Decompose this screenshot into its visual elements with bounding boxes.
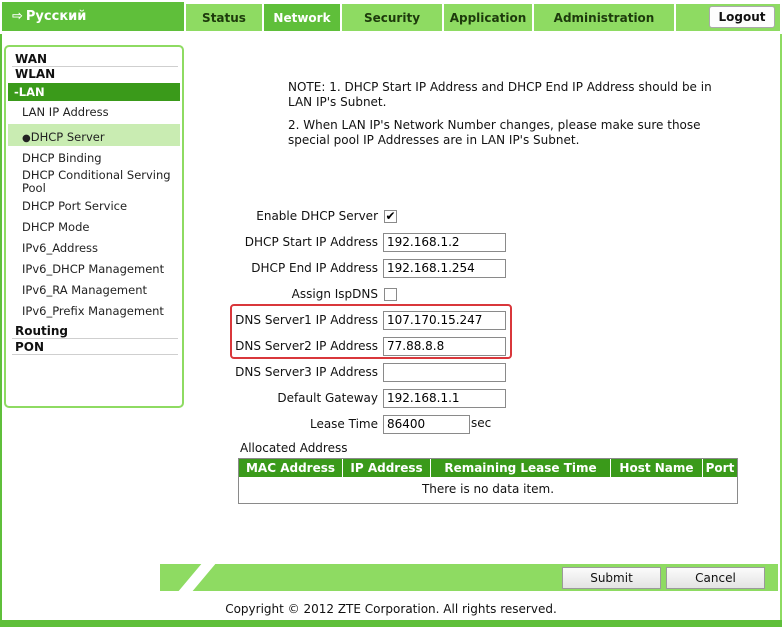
column-host-name: Host Name (611, 459, 703, 477)
table-empty-message: There is no data item. (421, 482, 555, 496)
sidebar-item-ipv6-address[interactable]: IPv6_Address (6, 241, 182, 255)
sidebar-item-dhcp-mode[interactable]: DHCP Mode (6, 220, 182, 234)
dns-server1-input[interactable]: 107.170.15.247 (383, 311, 506, 330)
footer-decoration (178, 564, 216, 591)
assign-isp-dns-checkbox[interactable] (384, 288, 397, 301)
dns-server2-label: DNS Server2 IP Address (235, 339, 378, 353)
sidebar-item-pon[interactable]: PON (6, 340, 182, 354)
divider (12, 354, 178, 355)
checkmark-icon: ✔ (385, 209, 396, 223)
lease-time-input[interactable]: 86400 (383, 415, 470, 434)
lease-time-unit: sec (471, 416, 492, 430)
dns-server3-input[interactable] (383, 363, 506, 382)
logout-area: Logout (676, 4, 780, 31)
dns-server2-input[interactable]: 77.88.8.8 (383, 337, 506, 356)
enable-dhcp-label: Enable DHCP Server (256, 209, 378, 223)
tab-status[interactable]: Status (186, 4, 262, 31)
dns-server1-label: DNS Server1 IP Address (235, 313, 378, 327)
arrow-right-icon: ⇨ (12, 9, 23, 24)
note-line-1: NOTE: 1. DHCP Start IP Address and DHCP … (288, 80, 712, 109)
divider (12, 338, 178, 339)
column-remaining-lease-time: Remaining Lease Time (431, 459, 611, 477)
sidebar-item-dhcp-port-service[interactable]: DHCP Port Service (6, 199, 182, 213)
sidebar: WAN WLAN -LAN LAN IP Address ●DHCP Serve… (4, 45, 184, 408)
bottom-bar (0, 620, 782, 627)
tab-application[interactable]: Application (444, 4, 532, 31)
submit-button[interactable]: Submit (562, 567, 661, 589)
language-label: Русский (25, 9, 87, 24)
default-gateway-input[interactable]: 192.168.1.1 (383, 389, 506, 408)
lease-time-label: Lease Time (309, 417, 378, 431)
top-navigation: ⇨ Русский Status Network Security Applica… (0, 0, 782, 34)
enable-dhcp-checkbox[interactable]: ✔ (384, 210, 397, 223)
allocated-address-table: MAC Address IP Address Remaining Lease T… (238, 458, 738, 504)
sidebar-item-ipv6-dhcp-management[interactable]: IPv6_DHCP Management (6, 262, 182, 276)
sidebar-item-dhcp-binding[interactable]: DHCP Binding (6, 151, 182, 165)
sidebar-item-ipv6-prefix-management[interactable]: IPv6_Prefix Management (6, 304, 182, 318)
sidebar-item-ipv6-ra-management[interactable]: IPv6_RA Management (6, 283, 182, 297)
tab-network[interactable]: Network (264, 4, 340, 31)
dhcp-start-ip-label: DHCP Start IP Address (244, 235, 378, 249)
language-switch[interactable]: ⇨ Русский (2, 2, 184, 31)
bullet-icon: ● (22, 133, 31, 144)
tab-security[interactable]: Security (342, 4, 442, 31)
default-gateway-label: Default Gateway (277, 391, 378, 405)
logout-button[interactable]: Logout (709, 6, 775, 28)
frame-left-border (0, 0, 2, 627)
sidebar-item-wan[interactable]: WAN (6, 52, 182, 66)
copyright-text: Copyright © 2012 ZTE Corporation. All ri… (225, 602, 557, 616)
dhcp-end-ip-input[interactable]: 192.168.1.254 (383, 259, 506, 278)
column-mac-address: MAC Address (239, 459, 343, 477)
sidebar-item-wlan[interactable]: WLAN (6, 67, 182, 81)
sidebar-item-lan[interactable]: -LAN (8, 83, 180, 101)
sidebar-item-lan-ip-address[interactable]: LAN IP Address (6, 105, 182, 119)
note-line-2: 2. When LAN IP's Network Number changes,… (288, 118, 701, 147)
column-ip-address: IP Address (343, 459, 431, 477)
column-port: Port (705, 461, 735, 475)
cancel-button[interactable]: Cancel (666, 567, 765, 589)
sidebar-item-routing[interactable]: Routing (6, 324, 182, 338)
sidebar-item-dhcp-server[interactable]: ●DHCP Server (8, 124, 180, 146)
dhcp-start-ip-input[interactable]: 192.168.1.2 (383, 233, 506, 252)
sidebar-item-dhcp-conditional-serving-pool[interactable]: DHCP Conditional Serving Pool (6, 169, 176, 195)
tab-administration[interactable]: Administration (534, 4, 674, 31)
allocated-address-title: Allocated Address (240, 441, 348, 455)
dns-server3-label: DNS Server3 IP Address (235, 365, 378, 379)
table-header: MAC Address IP Address Remaining Lease T… (239, 459, 737, 477)
assign-isp-dns-label: Assign IspDNS (291, 287, 378, 301)
dhcp-end-ip-label: DHCP End IP Address (251, 261, 378, 275)
sidebar-item-label: DHCP Server (30, 130, 105, 144)
